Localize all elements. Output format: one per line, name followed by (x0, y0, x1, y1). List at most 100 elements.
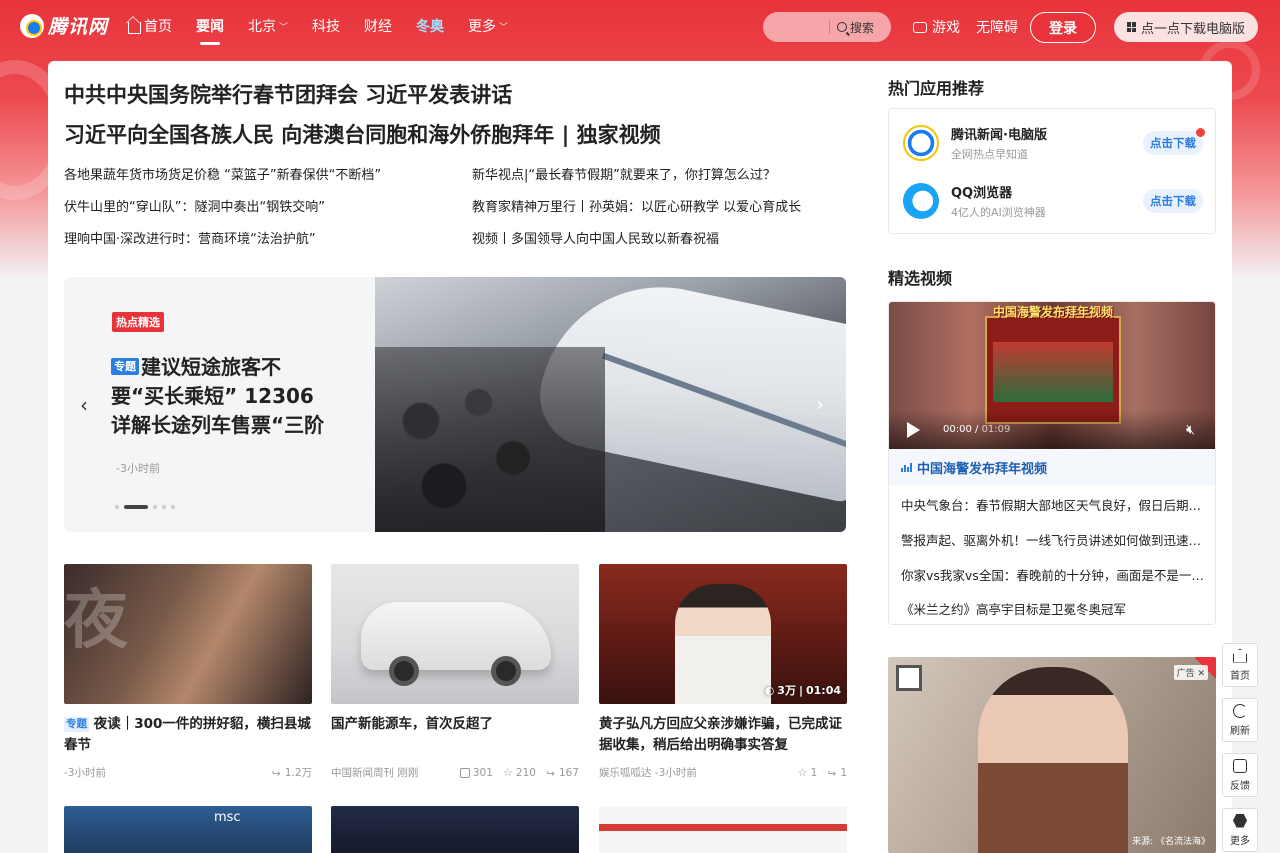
favorite-stat[interactable]: ☆ 1 (798, 767, 818, 779)
video-list-item[interactable]: 《米兰之约》高亭宇目标是卫冕冬奥冠军 (901, 599, 1205, 618)
news-card-source: -3小时前 (64, 767, 106, 779)
video-list-item[interactable]: 你家vs我家vs全国：春晚前的十分钟，画面是不是一模一样 (901, 565, 1205, 584)
news-card-image: 夜 (64, 564, 312, 704)
tool-home-button[interactable]: 首页 (1222, 643, 1258, 687)
feedback-icon (1233, 758, 1247, 773)
carousel-title-text: 建议短途旅客不要“买长乘短” 12306详解长途列车售票“三阶段” (111, 355, 325, 437)
badge-divider: | (798, 683, 803, 697)
favorite-count: 210 (515, 766, 536, 779)
advertisement[interactable]: 广告 ✕ 来源: 《名流法海》 (888, 657, 1216, 853)
topic-tag: 专题 (64, 717, 89, 732)
carousel-dot[interactable] (115, 505, 119, 509)
nav-item-home[interactable]: 首页 (128, 16, 172, 36)
video-list-item[interactable]: 警报声起、驱离外机！一线飞行员讲述如何做到迅速出击 (901, 530, 1205, 549)
news-card[interactable]: 国产新能源车，首次反超了 中国新闻周刊 刚刚 301 ☆ 210 ↪ 167 (331, 564, 579, 780)
news-link[interactable]: 各地果蔬年货市场货足价稳 “菜篮子”新春保供“不断档” (64, 164, 381, 183)
video-list-item[interactable]: 中央气象台：春节假期大部地区天气良好，假日后期有一次大范围雨雪过程 (901, 495, 1205, 514)
ad-image (978, 667, 1128, 853)
video-title-row[interactable]: 中国海警发布拜年视频 (889, 449, 1215, 485)
accessibility-link[interactable]: 无障碍 (976, 17, 1018, 37)
carousel-image-train-station[interactable]: › (375, 277, 846, 532)
share-stat[interactable]: ↪ 1.2万 (272, 765, 312, 780)
news-card[interactable]: 夜 专题 夜读｜300一件的拼好貂，横扫县城春节 -3小时前 ↪ 1.2万 (64, 564, 312, 780)
top-header: 腾讯网 首页 要闻 北京 ﹀ 科技 财经 冬奥 更多 ﹀ 搜索 游戏 无障碍 登… (0, 0, 1280, 52)
wheel-shape (389, 656, 419, 686)
news-card-time: -3小时前 (654, 767, 697, 779)
chevron-right-icon[interactable]: › (800, 381, 840, 427)
featured-carousel: ‹ 热点精选 专题 建议短途旅客不要“买长乘短” 12306详解长途列车售票“三阶… (64, 277, 846, 532)
tool-label: 刷新 (1230, 725, 1250, 737)
search-button[interactable]: 搜索 (830, 19, 874, 36)
headline-1[interactable]: 中共中央国务院举行春节团拜会 习近平发表讲话 (64, 79, 512, 109)
windows-icon (1126, 22, 1137, 32)
tool-more-button[interactable]: 更多 (1222, 808, 1258, 852)
share-stat[interactable]: ↪ 167 (545, 767, 579, 780)
carousel-dot[interactable] (153, 505, 157, 509)
nav-item-more[interactable]: 更多 ﹀ (468, 16, 508, 36)
news-card-title: 国产新能源车，首次反超了 (331, 716, 493, 732)
news-card-image[interactable]: msc (64, 806, 312, 853)
carousel-dot-active[interactable] (124, 505, 148, 509)
carousel-dot[interactable] (171, 505, 175, 509)
star-icon: ☆ (502, 765, 513, 779)
news-card-image: ◐ 3万 | 01:04 (599, 564, 847, 704)
comment-count: 301 (472, 766, 493, 779)
star-icon: ☆ (797, 765, 808, 779)
news-card-image[interactable] (599, 806, 847, 853)
apps-section-title: 热门应用推荐 (888, 79, 985, 98)
news-link[interactable]: 理响中国·深改进行时：营商环境“法治护航” (64, 228, 316, 247)
games-link[interactable]: 游戏 (913, 17, 960, 37)
chevron-down-icon: ﹀ (499, 22, 509, 33)
mute-icon[interactable]: 🔇︎ (1186, 422, 1195, 438)
image-caption: msc (214, 810, 241, 825)
nav-item-finance[interactable]: 财经 (364, 16, 392, 36)
nav-item-tech[interactable]: 科技 (312, 16, 340, 36)
tool-label: 反馈 (1230, 780, 1250, 792)
video-player[interactable]: 中国海警发布拜年视频 00:00 / 01:09 🔇︎ (889, 302, 1215, 449)
carousel-time: -3小时前 (116, 462, 160, 475)
share-stat[interactable]: ↪ 1 (827, 767, 847, 780)
chevron-left-icon[interactable]: ‹ (80, 393, 88, 417)
login-button[interactable]: 登录 (1030, 12, 1096, 43)
nav-item-beijing[interactable]: 北京 ﹀ (248, 16, 288, 36)
nav-item-winter-olympics[interactable]: 冬奥 (416, 16, 444, 36)
ad-close-tag[interactable]: 广告 ✕ (1173, 665, 1208, 680)
news-link[interactable]: 新华视点|“最长春节假期”就要来了，你打算怎么过？ (472, 164, 776, 183)
news-card-time: 刚刚 (397, 767, 419, 779)
tool-feedback-button[interactable]: 反馈 (1222, 753, 1258, 797)
search-input[interactable] (763, 12, 829, 42)
video-thumbnail (985, 316, 1121, 424)
share-count: 1.2万 (284, 767, 312, 779)
app-download-button[interactable]: 点击下载 (1143, 128, 1205, 155)
featured-video-panel: 中国海警发布拜年视频 00:00 / 01:09 🔇︎ 中国海警发布拜年视频 中… (888, 301, 1216, 625)
nav-label: 首页 (144, 19, 172, 35)
app-item-qq-browser[interactable]: QQ浏览器 4亿人的AI浏览神器 点击下载 (903, 181, 1203, 221)
app-download-button[interactable]: 点击下载 (1143, 189, 1203, 213)
comment-stat[interactable]: 301 (459, 766, 493, 779)
carousel-dot[interactable] (162, 505, 166, 509)
app-download-label: 点击下载 (1150, 194, 1196, 208)
app-name: QQ浏览器 (951, 186, 1013, 201)
site-logo[interactable]: 腾讯网 (20, 12, 108, 39)
notification-dot (1196, 128, 1205, 137)
app-desc: 4亿人的AI浏览神器 (951, 206, 1046, 219)
headline-2[interactable]: 习近平向全国各族人民 向港澳台同胞和海外侨胞拜年 | 独家视频 (64, 119, 661, 149)
news-link[interactable]: 教育家精神万里行丨孙英娟：以匠心研教学 以爱心育成长 (472, 196, 801, 215)
news-link[interactable]: 伏牛山里的“穿山队”：隧洞中奏出“钢铁交响” (64, 196, 325, 215)
carousel-title[interactable]: 专题建议短途旅客不要“买长乘短” 12306详解长途列车售票“三阶段” (111, 353, 333, 440)
download-pc-label: 点一点下载电脑版 (1140, 21, 1245, 37)
share-icon: ↪ (545, 767, 555, 780)
play-icon[interactable] (907, 422, 920, 438)
games-label: 游戏 (932, 20, 960, 36)
favorite-stat[interactable]: ☆ 210 (503, 767, 536, 779)
news-link[interactable]: 视频丨多国领导人向中国人民致以新春祝福 (472, 228, 719, 247)
download-pc-button[interactable]: 点一点下载电脑版 (1114, 12, 1258, 42)
tool-refresh-button[interactable]: 刷新 (1222, 698, 1258, 742)
eye-icon: ◐ (764, 683, 775, 697)
news-card-image[interactable] (331, 806, 579, 853)
news-card[interactable]: ◐ 3万 | 01:04 黄子弘凡方回应父亲涉嫌诈骗，已完成证据收集，稍后给出明… (599, 564, 847, 780)
tencent-logo-icon (20, 13, 44, 38)
nav-label: 北京 (248, 19, 276, 35)
nav-item-news[interactable]: 要闻 (196, 16, 224, 45)
app-item-tencent-news[interactable]: 腾讯新闻·电脑版 全网热点早知道 点击下载 (903, 123, 1205, 163)
